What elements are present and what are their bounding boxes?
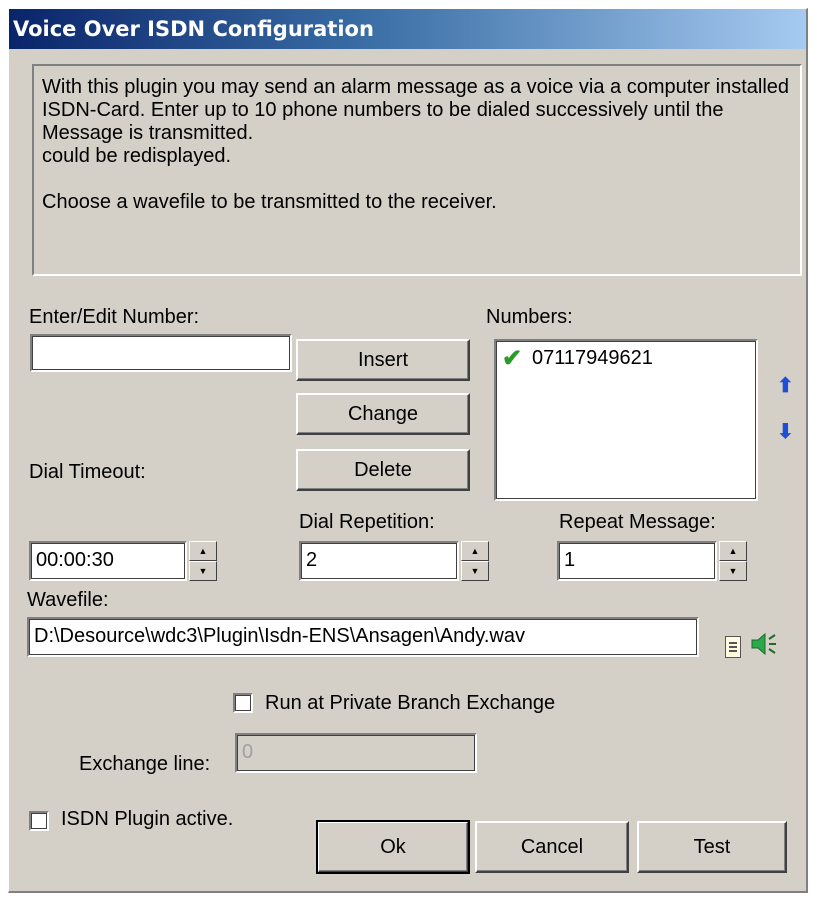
number-input[interactable]: [30, 334, 292, 372]
dial-timeout-field[interactable]: 00:00:30: [29, 541, 187, 581]
check-icon: ✔: [502, 344, 523, 372]
dial-repetition-field[interactable]: 2: [299, 541, 459, 581]
ok-button[interactable]: Ok: [316, 820, 470, 874]
wavefile-path-field[interactable]: D:\Desource\wdc3\Plugin\Isdn-ENS\Ansagen…: [27, 617, 699, 657]
window-title: Voice Over ISDN Configuration: [9, 9, 806, 49]
test-button[interactable]: Test: [637, 821, 787, 873]
move-up-arrow-icon[interactable]: ⬆: [777, 373, 794, 398]
spin-up-icon[interactable]: ▲: [189, 541, 217, 561]
dial-timeout-spinner[interactable]: ▲ ▼: [189, 541, 217, 581]
info-description: With this plugin you may send an alarm m…: [32, 64, 802, 276]
plugin-active-label[interactable]: ISDN Plugin active.: [61, 808, 233, 831]
repeat-message-spinner[interactable]: ▲ ▼: [719, 541, 747, 581]
dialog-window: Voice Over ISDN Configuration With this …: [8, 8, 808, 893]
list-item-number: 07117949621: [532, 347, 653, 369]
repeat-message-label: Repeat Message:: [559, 511, 716, 533]
move-down-arrow-icon[interactable]: ⬇: [777, 419, 794, 444]
list-item[interactable]: ✔ 07117949621: [502, 344, 653, 372]
spin-down-icon[interactable]: ▼: [461, 561, 489, 581]
delete-button[interactable]: Delete: [296, 449, 470, 491]
dial-repetition-label: Dial Repetition:: [299, 511, 435, 533]
spin-up-icon[interactable]: ▲: [719, 541, 747, 561]
run-at-pbx-label[interactable]: Run at Private Branch Exchange: [265, 692, 555, 715]
speaker-play-icon[interactable]: [749, 629, 779, 659]
dial-timeout-label: Dial Timeout:: [29, 461, 146, 483]
plugin-active-checkbox[interactable]: [29, 811, 49, 831]
change-button[interactable]: Change: [296, 393, 470, 435]
enter-number-label: Enter/Edit Number:: [29, 306, 200, 328]
exchange-line-field[interactable]: 0: [235, 733, 477, 773]
spin-down-icon[interactable]: ▼: [719, 561, 747, 581]
exchange-line-label: Exchange line:: [79, 753, 211, 775]
numbers-listbox[interactable]: ✔ 07117949621: [494, 339, 758, 501]
cancel-button[interactable]: Cancel: [475, 821, 629, 873]
browse-file-icon[interactable]: [725, 636, 741, 658]
repeat-message-field[interactable]: 1: [557, 541, 717, 581]
insert-button[interactable]: Insert: [296, 339, 470, 381]
dial-repetition-spinner[interactable]: ▲ ▼: [461, 541, 489, 581]
spin-up-icon[interactable]: ▲: [461, 541, 489, 561]
wavefile-label: Wavefile:: [27, 589, 109, 611]
run-at-pbx-checkbox[interactable]: [233, 693, 253, 713]
spin-down-icon[interactable]: ▼: [189, 561, 217, 581]
numbers-label: Numbers:: [486, 306, 573, 328]
